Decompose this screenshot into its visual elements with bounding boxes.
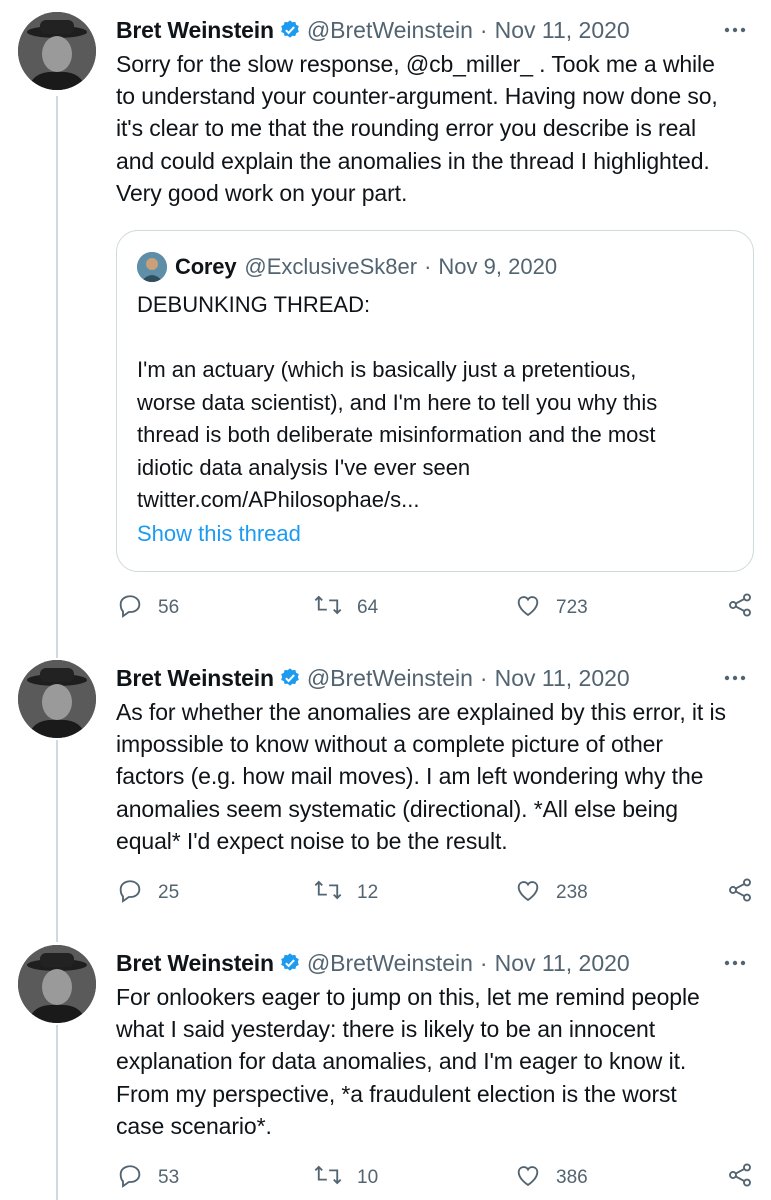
reply-button[interactable]: 53 bbox=[116, 1160, 179, 1196]
avatar-image bbox=[18, 12, 96, 90]
separator-dot: · bbox=[479, 16, 488, 43]
share-icon bbox=[726, 591, 768, 625]
like-button[interactable]: 723 bbox=[514, 590, 588, 626]
tweet[interactable]: Bret Weinstein @BretWeinstein · Nov 11, … bbox=[0, 933, 771, 1200]
author-name[interactable]: Bret Weinstein bbox=[116, 950, 274, 977]
retweet-button[interactable]: 64 bbox=[313, 590, 378, 626]
retweet-count: 10 bbox=[357, 1167, 379, 1188]
retweet-button[interactable]: 12 bbox=[313, 875, 378, 911]
quoted-author-name: Corey bbox=[175, 254, 237, 279]
tweet[interactable]: Bret Weinstein @BretWeinstein · Nov 11, … bbox=[0, 0, 771, 650]
author-avatar[interactable] bbox=[18, 945, 96, 1023]
reply-icon bbox=[116, 591, 158, 625]
tweet[interactable]: Bret Weinstein @BretWeinstein · Nov 11, … bbox=[0, 648, 771, 933]
reply-count: 53 bbox=[158, 1167, 180, 1188]
share-button[interactable] bbox=[726, 590, 768, 626]
reply-count: 56 bbox=[158, 597, 180, 618]
like-icon bbox=[514, 591, 556, 625]
reply-icon bbox=[116, 876, 158, 910]
reply-count: 25 bbox=[158, 882, 180, 903]
more-icon[interactable] bbox=[719, 947, 751, 979]
author-name[interactable]: Bret Weinstein bbox=[116, 665, 274, 692]
quoted-tweet-text: DEBUNKING THREAD: I'm an actuary (which … bbox=[137, 292, 658, 512]
like-button[interactable]: 386 bbox=[514, 1160, 588, 1196]
author-name[interactable]: Bret Weinstein bbox=[116, 17, 274, 44]
tweet-actions: 56 64 723 bbox=[116, 590, 761, 626]
separator-dot: · bbox=[479, 664, 488, 691]
tweet-actions: 25 12 238 bbox=[116, 875, 761, 911]
retweet-count: 64 bbox=[357, 597, 379, 618]
verified-badge-icon bbox=[279, 952, 301, 974]
author-avatar[interactable] bbox=[18, 12, 96, 90]
author-handle[interactable]: @BretWeinstein bbox=[307, 950, 473, 977]
share-icon bbox=[726, 1161, 768, 1195]
tweet-text: As for whether the anomalies are explain… bbox=[116, 699, 726, 854]
quoted-tweet[interactable]: Corey @ExclusiveSk8er · Nov 9, 2020 DEBU… bbox=[116, 230, 754, 572]
retweet-button[interactable]: 10 bbox=[313, 1160, 378, 1196]
more-icon[interactable] bbox=[719, 14, 751, 46]
tweet-date[interactable]: Nov 11, 2020 bbox=[495, 950, 630, 977]
tweet-text: For onlookers eager to jump on this, let… bbox=[116, 984, 700, 1139]
quoted-tweet-date: Nov 9, 2020 bbox=[438, 254, 558, 279]
tweet-actions: 53 10 386 bbox=[116, 1160, 761, 1196]
separator-dot: · bbox=[479, 949, 488, 976]
share-button[interactable] bbox=[726, 1160, 768, 1196]
retweet-icon bbox=[313, 876, 357, 910]
verified-badge-icon bbox=[279, 667, 301, 689]
quoted-avatar bbox=[137, 252, 167, 282]
tweet-date[interactable]: Nov 11, 2020 bbox=[495, 17, 630, 44]
reply-icon bbox=[116, 1161, 158, 1195]
avatar-image bbox=[18, 660, 96, 738]
avatar-image bbox=[18, 945, 96, 1023]
tweet-date[interactable]: Nov 11, 2020 bbox=[495, 665, 630, 692]
quoted-author-handle: @ExclusiveSk8er bbox=[244, 254, 418, 279]
reply-button[interactable]: 25 bbox=[116, 875, 179, 911]
tweet-text: Sorry for the slow response, @cb_miller_… bbox=[116, 51, 718, 206]
retweet-icon bbox=[313, 1161, 357, 1195]
like-count: 723 bbox=[556, 597, 588, 618]
like-count: 386 bbox=[556, 1167, 588, 1188]
share-icon bbox=[726, 876, 768, 910]
like-icon bbox=[514, 876, 556, 910]
retweet-icon bbox=[313, 591, 357, 625]
author-handle[interactable]: @BretWeinstein bbox=[307, 665, 473, 692]
verified-badge-icon bbox=[279, 19, 301, 41]
reply-button[interactable]: 56 bbox=[116, 590, 179, 626]
separator-dot: · bbox=[424, 254, 432, 279]
like-icon bbox=[514, 1161, 556, 1195]
author-handle[interactable]: @BretWeinstein bbox=[307, 17, 473, 44]
share-button[interactable] bbox=[726, 875, 768, 911]
more-icon[interactable] bbox=[719, 662, 751, 694]
like-count: 238 bbox=[556, 882, 588, 903]
author-avatar[interactable] bbox=[18, 660, 96, 738]
like-button[interactable]: 238 bbox=[514, 875, 588, 911]
show-thread-link[interactable]: Show this thread bbox=[137, 521, 301, 547]
retweet-count: 12 bbox=[357, 882, 379, 903]
